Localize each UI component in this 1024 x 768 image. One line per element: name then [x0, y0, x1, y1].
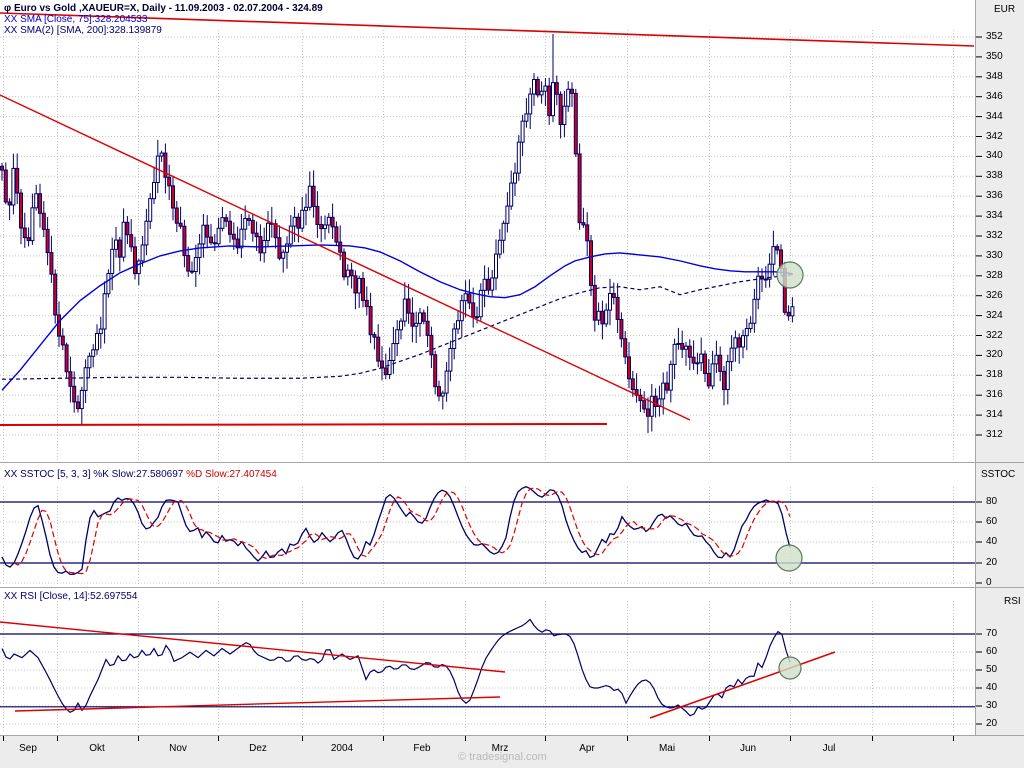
sstoc-tick-label: 20 — [986, 557, 998, 568]
price-tick-label: 344 — [986, 110, 1003, 122]
instrument-icon: φ — [4, 3, 12, 14]
chart-title: φ Euro vs Gold ,XAUEUR=X, Daily - 11.09.… — [4, 3, 323, 14]
rsi-tick-label: 40 — [986, 682, 998, 693]
price-tick-label: 332 — [986, 230, 1003, 241]
sma200-legend[interactable]: XX SMA(2) [SMA, 200]:328.139879 — [4, 25, 162, 36]
rsi-tick-label: 70 — [986, 628, 998, 639]
month-label: 2004 — [330, 743, 354, 754]
price-tick-label: 338 — [986, 170, 1003, 182]
month-label: Jul — [822, 743, 836, 754]
month-label: Nov — [169, 743, 187, 754]
sstoc-tick-label: 80 — [986, 496, 998, 507]
month-label: Jun — [739, 743, 757, 754]
chart-plot-area[interactable] — [0, 0, 975, 735]
price-tick-label: 330 — [986, 249, 1003, 261]
chart-window: φ Euro vs Gold ,XAUEUR=X, Daily - 11.09.… — [0, 0, 1024, 768]
rsi-tick-label: 20 — [986, 718, 998, 729]
sstoc-tick-label: 40 — [986, 536, 998, 547]
price-tick-label: 336 — [986, 190, 1003, 202]
price-tick-label: 320 — [986, 349, 1003, 361]
price-tick-label: 348 — [986, 70, 1003, 82]
rsi-tick-label: 50 — [986, 664, 998, 675]
rsi-tick-label: 60 — [986, 646, 998, 657]
price-tick-label: 328 — [986, 269, 1003, 281]
watermark: © tradesignal.com — [458, 751, 547, 763]
price-tick-label: 350 — [986, 50, 1003, 62]
price-tick-label: 324 — [986, 309, 1003, 321]
month-label: Mai — [658, 743, 676, 754]
rsi-legend[interactable]: XX RSI [Close, 14]:52.697554 — [4, 591, 137, 602]
month-label: Dez — [249, 743, 267, 754]
rsi-tick-label: 30 — [986, 700, 998, 711]
month-label: Sep — [19, 743, 37, 754]
price-tick-label: 316 — [986, 389, 1003, 401]
price-tick-label: 314 — [986, 409, 1003, 421]
sstoc-tick-label: 60 — [986, 516, 998, 527]
sstoc-axis-title: SSTOC — [981, 469, 1016, 480]
sstoc-tick-label: 0 — [986, 577, 992, 588]
month-label: Feb — [413, 743, 431, 754]
sstoc-legend[interactable]: XX SSTOC [5, 3, 3] %K Slow:27.580697 %D … — [4, 469, 277, 480]
rsi-axis-title: RSI — [1004, 596, 1021, 607]
price-tick-label: 334 — [986, 210, 1003, 222]
price-tick-label: 318 — [986, 369, 1003, 381]
price-tick-label: 322 — [986, 329, 1003, 341]
month-label: Apr — [579, 743, 595, 754]
price-tick-label: 340 — [986, 150, 1003, 162]
month-label: Okt — [89, 743, 105, 754]
price-tick-label: 312 — [986, 429, 1003, 440]
price-tick-label: 352 — [986, 31, 1003, 42]
price-tick-label: 342 — [986, 130, 1003, 142]
price-tick-label: 326 — [986, 289, 1003, 301]
price-tick-label: 346 — [986, 90, 1003, 102]
sma75-legend[interactable]: XX SMA [Close, 75]:328.204533 — [4, 14, 147, 25]
price-axis-title: EUR — [994, 4, 1016, 15]
